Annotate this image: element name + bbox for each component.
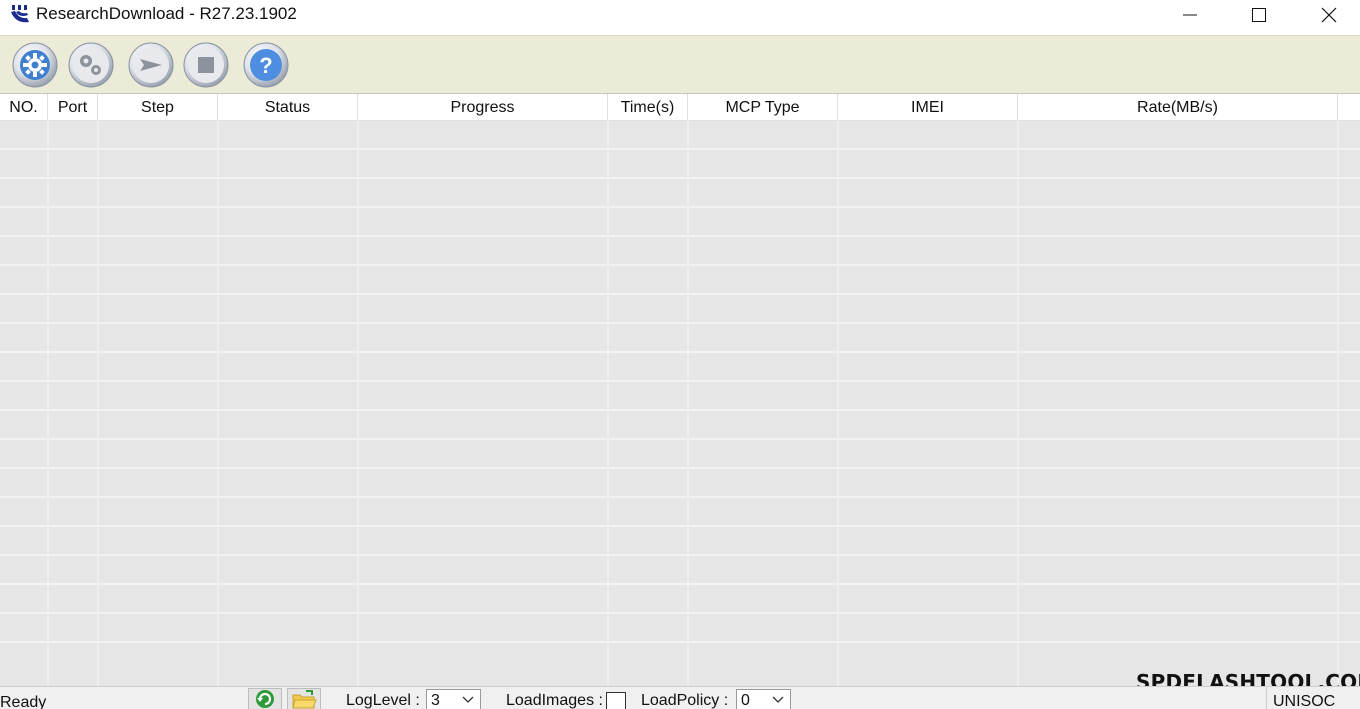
loadpolicy-value: 0 (741, 692, 750, 709)
grid-row-line (0, 264, 1360, 266)
grid-column-line (357, 121, 359, 686)
column-header-rate[interactable]: Rate(MB/s) (1018, 94, 1338, 121)
status-bar: Ready LogLevel : 3 LoadImages : LoadPoli… (0, 686, 1360, 709)
grid-column-line (607, 121, 609, 686)
grid-row-line (0, 322, 1360, 324)
settings-button[interactable] (68, 42, 114, 88)
grid-column-line (217, 121, 219, 686)
question-icon: ? (243, 42, 289, 88)
grid-row-line (0, 438, 1360, 440)
grid-row-line (0, 235, 1360, 237)
column-header-imei[interactable]: IMEI (838, 94, 1018, 121)
grid-column-line (97, 121, 99, 686)
grid-row-line (0, 206, 1360, 208)
load-packet-button[interactable] (12, 42, 58, 88)
grid-row-line (0, 467, 1360, 469)
column-header-status[interactable]: Status (218, 94, 358, 121)
refresh-icon (256, 690, 274, 708)
loadpolicy-select[interactable]: 0 (736, 689, 791, 709)
loglevel-value: 3 (431, 692, 440, 709)
grid-row-line (0, 496, 1360, 498)
watermark-text: SPDFLASHTOOL.COM (1136, 670, 1360, 686)
refresh-button[interactable] (248, 688, 282, 709)
stop-download-button[interactable] (183, 42, 229, 88)
chevron-down-icon (772, 696, 784, 703)
grid-body[interactable]: SPDFLASHTOOL.COM (0, 121, 1360, 686)
status-text: Ready (0, 694, 47, 709)
loadpolicy-label: LoadPolicy : (641, 692, 729, 709)
grid-row-line (0, 148, 1360, 150)
grid-row-line (0, 641, 1360, 643)
minimize-icon (1183, 14, 1197, 16)
close-button[interactable] (1306, 0, 1352, 30)
grid-row-line (0, 380, 1360, 382)
play-icon (128, 42, 174, 88)
loadimages-label: LoadImages : (506, 692, 603, 709)
minimize-button[interactable] (1167, 0, 1213, 30)
folder-icon (292, 690, 317, 709)
stop-icon (183, 42, 229, 88)
gear-icon (12, 42, 58, 88)
research-download-window: ResearchDownload - R27.23.1902 ? NO. Por… (0, 0, 1360, 709)
loglevel-label: LogLevel : (346, 692, 420, 709)
grid-row-line (0, 554, 1360, 556)
grid-row-line (0, 409, 1360, 411)
help-button[interactable]: ? (243, 42, 289, 88)
grid-column-line (687, 121, 689, 686)
maximize-icon (1252, 8, 1266, 22)
grid-row-line (0, 612, 1360, 614)
loadimages-checkbox[interactable] (606, 692, 626, 709)
loglevel-select[interactable]: 3 (426, 689, 481, 709)
grid-row-line (0, 177, 1360, 179)
grid-row-line (0, 293, 1360, 295)
open-folder-button[interactable] (287, 688, 321, 709)
toolbar: ? (0, 35, 1360, 94)
grid-row-line (0, 583, 1360, 585)
grid-row-line (0, 525, 1360, 527)
grid-column-line (1017, 121, 1019, 686)
chevron-down-icon (462, 696, 474, 703)
column-header-no[interactable]: NO. (0, 94, 48, 121)
svg-text:?: ? (259, 53, 272, 78)
column-header-time[interactable]: Time(s) (608, 94, 688, 121)
close-icon (1321, 7, 1337, 23)
column-header-port[interactable]: Port (48, 94, 98, 121)
vendor-label: UNISOC (1266, 687, 1340, 709)
grid-header: NO. Port Step Status Progress Time(s) MC… (0, 94, 1360, 121)
grid-column-line (1337, 121, 1339, 686)
grid-column-line (47, 121, 49, 686)
double-gear-icon (68, 42, 114, 88)
column-header-progress[interactable]: Progress (358, 94, 608, 121)
title-bar[interactable]: ResearchDownload - R27.23.1902 (0, 0, 1360, 30)
grid-column-line (837, 121, 839, 686)
maximize-button[interactable] (1236, 0, 1282, 30)
window-title: ResearchDownload - R27.23.1902 (36, 4, 297, 23)
grid-row-line (0, 351, 1360, 353)
start-download-button[interactable] (128, 42, 174, 88)
device-list-grid[interactable]: NO. Port Step Status Progress Time(s) MC… (0, 94, 1360, 686)
app-logo-icon (10, 4, 30, 24)
column-header-mcp-type[interactable]: MCP Type (688, 94, 838, 121)
column-header-step[interactable]: Step (98, 94, 218, 121)
